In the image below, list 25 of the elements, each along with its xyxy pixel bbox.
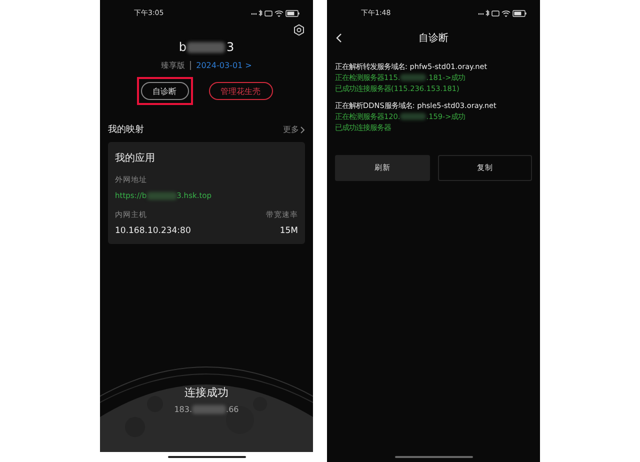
status-icons	[251, 9, 301, 17]
card-title: 我的应用	[115, 152, 156, 165]
section-title: 我的映射	[108, 124, 144, 136]
diagnose-button[interactable]: 自诊断	[140, 82, 188, 100]
status-icons	[478, 9, 528, 17]
host-value: 10.168.10.234:80	[115, 226, 191, 236]
back-icon[interactable]	[335, 33, 343, 43]
redaction-block	[187, 42, 226, 52]
redaction-block	[400, 74, 426, 81]
settings-icon[interactable]	[293, 24, 305, 36]
more-link[interactable]: 更多	[283, 124, 305, 135]
manage-button[interactable]: 管理花生壳	[208, 82, 272, 100]
device-name: 3	[226, 40, 234, 54]
screen-title: 自诊断	[418, 32, 450, 45]
edition-label: 臻享版	[161, 60, 186, 71]
chevron-icon	[300, 126, 305, 134]
ip-address: 183.	[174, 405, 192, 414]
redaction-block	[146, 192, 177, 200]
connection-status: 连接成功	[184, 385, 228, 400]
expiry-link[interactable]: 2024-03-01 >	[196, 61, 252, 70]
redaction-block	[192, 405, 226, 414]
device-name: b	[178, 40, 186, 54]
redaction-block	[400, 113, 426, 120]
ip-address: .66	[226, 405, 239, 414]
bandwidth-value: 15M	[280, 226, 298, 236]
